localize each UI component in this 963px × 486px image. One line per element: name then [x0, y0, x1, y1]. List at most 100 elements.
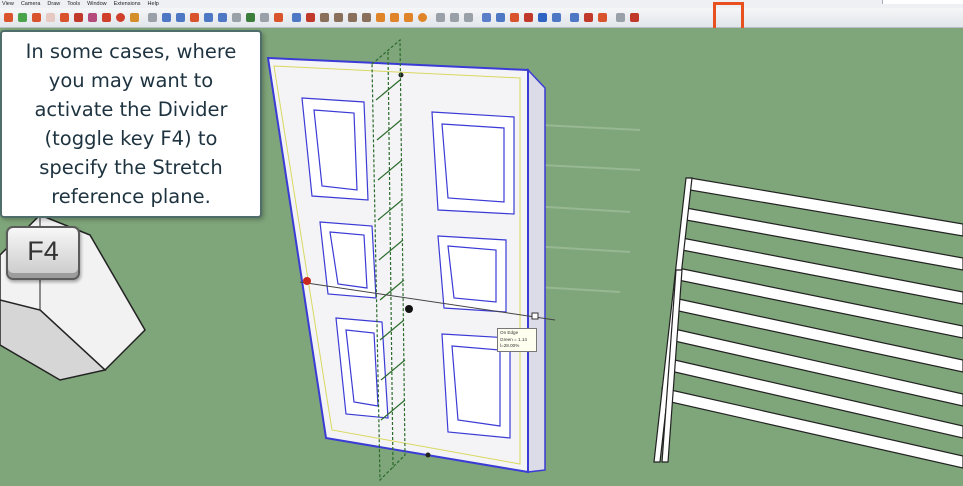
toolbar-button[interactable] [360, 11, 373, 24]
offset-icon [218, 13, 227, 22]
cube-icon [306, 13, 315, 22]
toolbar-button[interactable] [522, 11, 535, 24]
toolbar-button[interactable] [536, 11, 549, 24]
toolbar-button[interactable] [582, 11, 595, 24]
toolbar-button[interactable] [16, 11, 29, 24]
circle-icon [116, 13, 125, 22]
pencil-icon [274, 13, 283, 22]
menu-extensions[interactable]: Extensions [114, 0, 141, 8]
panel-icon [320, 13, 329, 22]
panel-icon [348, 13, 357, 22]
callout-line: reference plane. [51, 185, 211, 208]
tooltip-line: l=28.00% [500, 343, 520, 348]
toolbar-button[interactable] [550, 11, 563, 24]
text-icon [246, 13, 255, 22]
grid-icon [232, 13, 241, 22]
crop-icon [616, 13, 625, 22]
menu-help[interactable]: Help [148, 0, 159, 8]
main-toolbar [0, 8, 963, 28]
toolbar-button[interactable] [290, 11, 303, 24]
toolbar-button[interactable] [568, 11, 581, 24]
arrows-icon [496, 13, 505, 22]
toolbar-button[interactable] [160, 11, 173, 24]
toolbar-button[interactable] [188, 11, 201, 24]
toolbar-button[interactable] [72, 11, 85, 24]
gear-icon [464, 13, 473, 22]
toolbar-button[interactable] [216, 11, 229, 24]
endpoint-marker [303, 277, 311, 285]
instruction-callout: In some cases, where you may want to act… [0, 30, 262, 218]
toolbar-button[interactable] [332, 11, 345, 24]
toolbar-button[interactable] [596, 11, 609, 24]
toolbar-button[interactable] [244, 11, 257, 24]
mirror-icon [552, 13, 561, 22]
toolbar-button[interactable] [272, 11, 285, 24]
f4-key: F4 [6, 226, 80, 280]
toolbar-button[interactable] [128, 11, 141, 24]
lasso-icon [436, 13, 445, 22]
callout-line: activate the Divider [34, 98, 228, 121]
orange-square-icon [404, 13, 413, 22]
edge-grip [531, 312, 539, 320]
sketchup-window: View Camera Draw Tools Window Extensions… [0, 0, 963, 486]
toolbar-button[interactable] [114, 11, 127, 24]
toolbar-button[interactable] [258, 11, 271, 24]
toolbar-button[interactable] [86, 11, 99, 24]
stretch-divider-icon [538, 13, 547, 22]
door-model [266, 56, 546, 474]
orange-circle-icon [418, 13, 427, 22]
toolbar-button[interactable] [174, 11, 187, 24]
callout-text: In some cases, where you may want to act… [6, 37, 256, 211]
flag-icon [130, 13, 139, 22]
toolbar-button[interactable] [2, 11, 15, 24]
toolbar-button[interactable] [58, 11, 71, 24]
toolbar-button[interactable] [202, 11, 215, 24]
toolbar-button[interactable] [346, 11, 359, 24]
select-icon [4, 13, 13, 22]
red-arrows-icon [524, 13, 533, 22]
eraser-icon [46, 13, 55, 22]
toolbar-button[interactable] [318, 11, 331, 24]
up-arrows-icon [510, 13, 519, 22]
toolbar-button[interactable] [30, 11, 43, 24]
orbit-icon [292, 13, 301, 22]
redo-icon [584, 13, 593, 22]
toolbar-button[interactable] [388, 11, 401, 24]
scale-icon [204, 13, 213, 22]
menu-draw[interactable]: Draw [47, 0, 60, 8]
toolbar-button[interactable] [44, 11, 57, 24]
toolbar-button[interactable] [374, 11, 387, 24]
toolbar-button[interactable] [434, 11, 447, 24]
callout-line: you may want to [48, 69, 214, 92]
line-icon [148, 13, 157, 22]
menu-view[interactable]: View [2, 0, 14, 8]
toolbar-button[interactable] [304, 11, 317, 24]
toolbar-button[interactable] [614, 11, 627, 24]
toolbar-button[interactable] [462, 11, 475, 24]
toolbar-button[interactable] [100, 11, 113, 24]
toolbar-button[interactable] [416, 11, 429, 24]
menu-tools[interactable]: Tools [67, 0, 80, 8]
top-right-panel [882, 0, 963, 4]
menu-camera[interactable]: Camera [21, 0, 41, 8]
dots-icon [450, 13, 459, 22]
marker-icon [598, 13, 607, 22]
stripes-icon [630, 13, 639, 22]
toolbar-button[interactable] [494, 11, 507, 24]
panel-icon [362, 13, 371, 22]
toolbar-button[interactable] [448, 11, 461, 24]
toolbar-button[interactable] [230, 11, 243, 24]
rectangle-icon [102, 13, 111, 22]
orange-square-icon [390, 13, 399, 22]
callout-line: In some cases, where [25, 40, 237, 63]
toolbar-button[interactable] [628, 11, 641, 24]
toolbar-button[interactable] [146, 11, 159, 24]
toolbar-button[interactable] [402, 11, 415, 24]
arc-icon [162, 13, 171, 22]
rotate-icon [60, 13, 69, 22]
menu-window[interactable]: Window [87, 0, 107, 8]
toolbar-button[interactable] [480, 11, 493, 24]
paint-bucket-icon [32, 13, 41, 22]
toolbar-button[interactable] [508, 11, 521, 24]
inference-tooltip: On Edge Green = 1.14 l=28.00% [497, 328, 537, 352]
